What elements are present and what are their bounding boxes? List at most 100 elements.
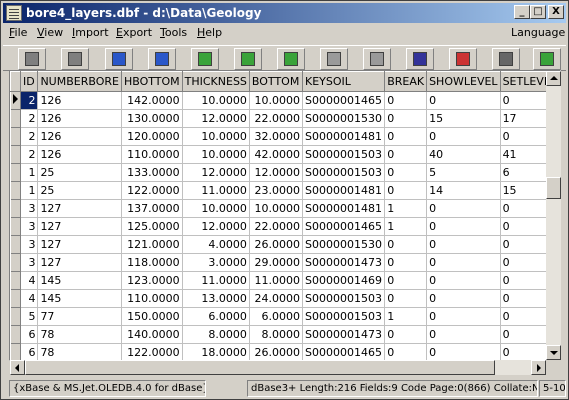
cell-keysoil[interactable]: S0000001481	[302, 127, 386, 146]
cell-numberbore[interactable]: 78	[37, 343, 122, 360]
cell-showlevel[interactable]: 5	[426, 163, 501, 182]
table-row[interactable]: 1 25 133.0000 12.0000 12.0000 S0000001503 0 5 6	[10, 163, 560, 182]
table-row[interactable]: 3 127 121.0000 4.0000 26.0000 S0000001530 0 0 0	[10, 235, 560, 254]
cell-numberbore[interactable]: 126	[37, 127, 122, 146]
cell-hbottom[interactable]: 142.0000	[121, 91, 183, 110]
horizontal-scrollbar[interactable]	[10, 360, 546, 375]
row-indicator[interactable]	[10, 235, 21, 254]
edit-record-button[interactable]	[277, 48, 305, 70]
cell-thickness[interactable]: 4.0000	[182, 235, 250, 254]
cell-keysoil[interactable]: S0000001465	[302, 343, 386, 360]
cell-showlevel[interactable]: 0	[426, 271, 501, 290]
cell-break[interactable]: 1	[384, 307, 428, 326]
cell-thickness[interactable]: 10.0000	[182, 91, 250, 110]
cell-id[interactable]: 2	[20, 109, 39, 128]
find-button[interactable]	[406, 48, 434, 70]
cell-id[interactable]: 2	[20, 91, 39, 110]
cell-numberbore[interactable]: 126	[37, 91, 122, 110]
cell-bottom[interactable]: 22.0000	[249, 217, 304, 236]
cell-break[interactable]: 0	[384, 109, 428, 128]
cell-numberbore[interactable]: 25	[37, 163, 122, 182]
filter-button[interactable]	[449, 48, 477, 70]
cell-keysoil[interactable]: S0000001503	[302, 307, 386, 326]
column-header-hbottom[interactable]: HBOTTOM	[120, 71, 183, 92]
menu-help[interactable]: Help	[197, 26, 222, 39]
cell-showlevel[interactable]: 0	[426, 127, 501, 146]
row-indicator[interactable]	[10, 325, 21, 344]
cell-break[interactable]: 0	[384, 163, 428, 182]
cell-id[interactable]: 4	[20, 271, 39, 290]
title-bar[interactable]: bore4_layers.dbf - d:\Data\Geology _ □ X	[3, 3, 566, 23]
cell-keysoil[interactable]: S0000001465	[302, 217, 386, 236]
cell-break[interactable]: 0	[384, 181, 428, 200]
cell-showlevel[interactable]: 0	[426, 199, 501, 218]
cell-id[interactable]: 2	[20, 145, 39, 164]
cell-bottom[interactable]: 26.0000	[249, 235, 304, 254]
cell-numberbore[interactable]: 145	[37, 289, 122, 308]
cell-id[interactable]: 4	[20, 289, 39, 308]
cell-thickness[interactable]: 12.0000	[182, 109, 250, 128]
row-indicator[interactable]	[10, 127, 21, 146]
cell-numberbore[interactable]: 126	[37, 145, 122, 164]
next-record-button[interactable]	[105, 48, 133, 70]
cell-thickness[interactable]: 10.0000	[182, 199, 250, 218]
cell-numberbore[interactable]: 127	[37, 199, 122, 218]
cell-showlevel[interactable]: 0	[426, 307, 501, 326]
row-indicator[interactable]	[10, 145, 21, 164]
row-indicator[interactable]	[10, 109, 21, 128]
cell-id[interactable]: 3	[20, 235, 39, 254]
cell-hbottom[interactable]: 122.0000	[121, 181, 183, 200]
row-indicator[interactable]	[10, 91, 21, 110]
cell-numberbore[interactable]: 77	[37, 307, 122, 326]
first-record-button[interactable]	[18, 48, 46, 70]
cell-numberbore[interactable]: 127	[37, 235, 122, 254]
cell-hbottom[interactable]: 118.0000	[121, 253, 183, 272]
cell-bottom[interactable]: 10.0000	[249, 91, 304, 110]
row-indicator[interactable]	[10, 307, 21, 326]
cell-hbottom[interactable]: 120.0000	[121, 127, 183, 146]
cell-hbottom[interactable]: 130.0000	[121, 109, 183, 128]
delete-record-button[interactable]	[234, 48, 262, 70]
cell-thickness[interactable]: 18.0000	[182, 343, 250, 360]
cell-hbottom[interactable]: 122.0000	[121, 343, 183, 360]
cell-keysoil[interactable]: S0000001481	[302, 199, 386, 218]
cell-showlevel[interactable]: 0	[426, 253, 501, 272]
refresh-button[interactable]	[533, 48, 561, 70]
insert-record-button[interactable]	[191, 48, 219, 70]
cell-hbottom[interactable]: 110.0000	[121, 289, 183, 308]
cell-bottom[interactable]: 8.0000	[249, 325, 304, 344]
cancel-edit-button[interactable]	[363, 48, 391, 70]
cell-thickness[interactable]: 6.0000	[182, 307, 250, 326]
scroll-left-button[interactable]	[10, 360, 25, 375]
cell-bottom[interactable]: 22.0000	[249, 109, 304, 128]
cell-bottom[interactable]: 10.0000	[249, 199, 304, 218]
table-row[interactable]: 3 127 137.0000 10.0000 10.0000 S0000001481 1 0 0	[10, 199, 560, 218]
cell-bottom[interactable]: 23.0000	[249, 181, 304, 200]
cell-hbottom[interactable]: 110.0000	[121, 145, 183, 164]
cell-id[interactable]: 3	[20, 217, 39, 236]
close-button[interactable]: X	[548, 5, 564, 19]
table-row[interactable]: 1 25 122.0000 11.0000 23.0000 S0000001481 0 14 1…	[10, 181, 560, 200]
row-indicator[interactable]	[10, 163, 21, 182]
cell-bottom[interactable]: 42.0000	[249, 145, 304, 164]
cell-showlevel[interactable]: 0	[426, 289, 501, 308]
row-indicator[interactable]	[10, 181, 21, 200]
column-header-numberbore[interactable]: NUMBERBORE	[37, 71, 122, 92]
cell-thickness[interactable]: 13.0000	[182, 289, 250, 308]
column-header-keysoil[interactable]: KEYSOIL	[302, 71, 386, 92]
column-header-thickness[interactable]: THICKNESS	[181, 71, 250, 92]
menu-tools[interactable]: Tools	[160, 26, 187, 39]
row-indicator[interactable]	[10, 271, 21, 290]
cell-hbottom[interactable]: 137.0000	[121, 199, 183, 218]
menu-language[interactable]: Language	[511, 26, 565, 39]
column-header-bottom[interactable]: BOTTOM	[248, 71, 304, 92]
row-indicator[interactable]	[10, 289, 21, 308]
cell-keysoil[interactable]: S0000001530	[302, 109, 386, 128]
last-record-button[interactable]	[148, 48, 176, 70]
cell-thickness[interactable]: 10.0000	[182, 127, 250, 146]
minimize-button[interactable]: _	[514, 5, 530, 19]
table-row[interactable]: 4 145 110.0000 13.0000 24.0000 S0000001503 0 0 0	[10, 289, 560, 308]
cell-showlevel[interactable]: 40	[426, 145, 501, 164]
cell-bottom[interactable]: 24.0000	[249, 289, 304, 308]
table-row[interactable]: 5 77 150.0000 6.0000 6.0000 S0000001503 1 0 0	[10, 307, 560, 326]
